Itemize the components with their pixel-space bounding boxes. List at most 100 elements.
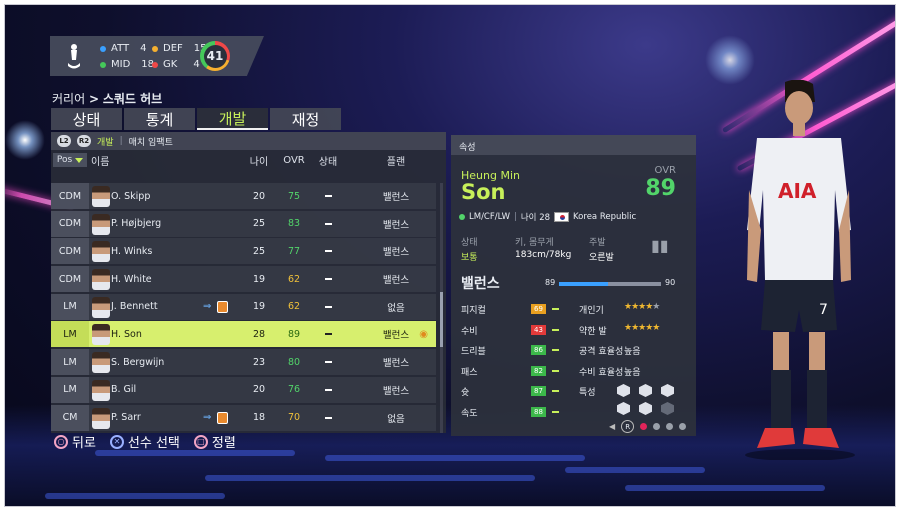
trait-empty-icon (661, 402, 674, 415)
extra-label: 공격 효율성 (579, 347, 624, 357)
row-ovr: 83 (287, 218, 301, 230)
player-row[interactable]: CDM H. White 19 62 밸런스 (51, 266, 436, 293)
stage-light (5, 120, 45, 160)
player-photo (92, 407, 110, 429)
sub-tab-match-impact[interactable]: 매치 임팩트 (129, 135, 173, 148)
plan-title: 밸런스 (461, 276, 500, 292)
r-stick-icon[interactable]: R (621, 420, 635, 433)
player-row[interactable]: LM S. Bergwijn 23 80 밸런스 (51, 349, 436, 376)
mid-dot-icon (100, 61, 106, 68)
left-arrow-icon[interactable]: ◀ (609, 422, 615, 431)
player-row[interactable]: CDM H. Winks 25 77 밸런스 (51, 238, 436, 265)
attribute-label: 패스 (461, 367, 478, 378)
trait-icon (661, 384, 674, 397)
player-row[interactable]: LM H. Son 28 89 밸런스 ◉ (51, 321, 436, 348)
extra-value: 높음 (624, 367, 641, 378)
sub-tab-development[interactable]: 개발 (97, 135, 114, 148)
svg-text:7: 7 (819, 302, 828, 318)
status-dash-icon (324, 333, 332, 336)
page-dot[interactable] (640, 423, 648, 430)
attribute-change-dash (552, 349, 559, 351)
trait-icon (639, 402, 652, 415)
att-dot-icon (100, 45, 106, 52)
status-dash-icon (324, 195, 332, 197)
player-list: CDM O. Skipp 20 75 밸런스 CDM P. Højbjerg 2… (51, 183, 436, 433)
club-badge-icon (217, 411, 228, 424)
row-ovr: 80 (287, 356, 301, 368)
status-dash-icon (324, 222, 332, 225)
player-photo (92, 379, 110, 401)
boots-icon: ▮▮ (651, 236, 669, 255)
tab-development[interactable]: 개발 (197, 108, 268, 130)
row-player-name: B. Gil (111, 384, 137, 396)
row-position: LM (51, 349, 89, 376)
player-photo (92, 213, 110, 235)
team-rating-hud: ATT 4 DEF 15 MID 18 GK 4 41 (50, 36, 264, 76)
ovr-header[interactable]: OVR (279, 155, 309, 166)
pos-sort-button[interactable]: Pos (53, 153, 87, 167)
attribute-change-dash (552, 369, 559, 372)
row-ovr: 75 (287, 190, 301, 202)
row-status (313, 301, 343, 312)
squad-list-panel: L2 R2 개발 | 매치 임팩트 Pos 이름 나이 OVR 상태 플랜 CD… (51, 132, 446, 433)
row-ovr: 62 (287, 301, 301, 313)
tab-finance[interactable]: 재정 (270, 108, 341, 130)
gk-stat: GK 4 (152, 59, 200, 70)
row-position: LM (51, 376, 89, 403)
row-status (313, 246, 343, 257)
page-dot[interactable] (666, 423, 674, 430)
row-status (313, 191, 343, 202)
training-icon: ◉ (419, 328, 428, 340)
l2-button-icon[interactable]: L2 (57, 135, 71, 147)
age-header[interactable]: 나이 (244, 153, 274, 168)
name-header[interactable]: 이름 (91, 153, 109, 168)
att-stat: ATT 4 (100, 43, 146, 54)
player-row[interactable]: CDM P. Højbjerg 25 83 밸런스 (51, 210, 436, 237)
row-age: 20 (252, 190, 266, 202)
player-row[interactable]: CM P. Sarr ⇒ 18 70 없음 (51, 404, 436, 431)
row-ovr: 89 (287, 328, 301, 340)
page-dot[interactable] (679, 423, 687, 430)
balance-progress-fill (559, 282, 608, 286)
row-position: CDM (51, 238, 89, 265)
row-position: CDM (51, 266, 89, 293)
back-button[interactable]: ○ 뒤로 (54, 432, 96, 451)
row-player-name: H. Son (111, 328, 142, 340)
balance-progress-bar (559, 282, 661, 286)
row-age: 19 (252, 301, 266, 313)
r2-button-icon[interactable]: R2 (77, 135, 91, 147)
row-plan: 밸런스 (382, 385, 410, 397)
player-photo (92, 296, 110, 318)
player-row[interactable]: LM B. Gil 20 76 밸런스 (51, 376, 436, 403)
tab-stats[interactable]: 통계 (124, 108, 195, 130)
sub-tab-bar: L2 R2 개발 | 매치 임팩트 (51, 132, 446, 150)
status-dash-icon (324, 278, 332, 281)
sort-button[interactable]: □ 정렬 (193, 432, 236, 451)
select-player-button[interactable]: ✕ 선수 선택 (109, 432, 180, 451)
sort-arrow-icon (75, 157, 84, 163)
balance-target: 90 (665, 278, 676, 287)
scrollbar-thumb[interactable] (440, 292, 443, 347)
status-dash-icon (324, 361, 332, 364)
attribute-label: 수비 (461, 326, 478, 337)
player-ovr: 89 (645, 176, 676, 201)
extra-label: 수비 효율성 (579, 367, 624, 378)
foot-info: 주발 오른발 (589, 238, 614, 263)
status-header[interactable]: 상태 (313, 153, 343, 168)
attribute-label: 슛 (461, 388, 470, 398)
player-row[interactable]: CDM O. Skipp 20 75 밸런스 (51, 183, 436, 209)
korea-flag-icon (554, 212, 570, 222)
status-dash-icon (324, 250, 332, 253)
row-plan: 밸런스 (382, 358, 410, 370)
row-plan: 없음 (387, 302, 405, 314)
plan-header[interactable]: 플랜 (371, 153, 421, 168)
trait-icon (617, 402, 630, 415)
mid-stat: MID 18 (100, 59, 154, 70)
player-row[interactable]: LM J. Bennett ⇒ 19 62 없음 (51, 293, 436, 320)
page-dot[interactable] (653, 423, 661, 430)
row-player-name: O. Skipp (111, 190, 151, 202)
player-photo (92, 352, 110, 374)
tab-status[interactable]: 상태 (51, 108, 122, 130)
row-status (313, 218, 343, 229)
table-header: Pos 이름 나이 OVR 상태 플랜 (51, 150, 446, 170)
